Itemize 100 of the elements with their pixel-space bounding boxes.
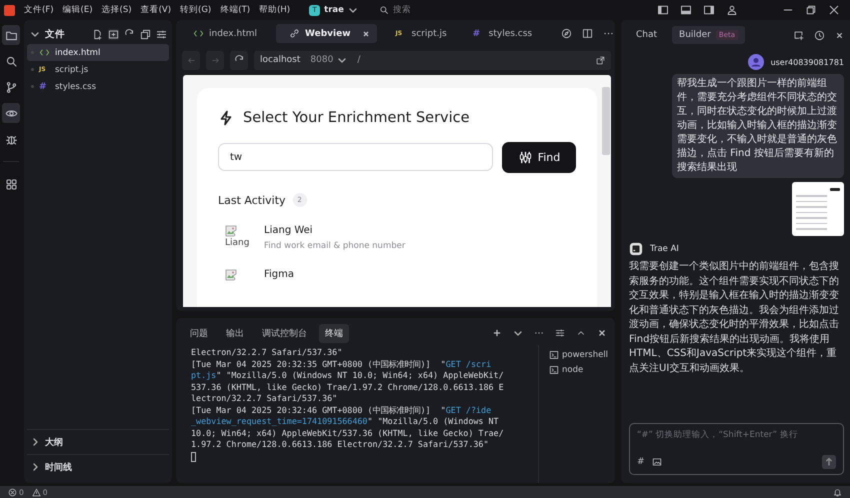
terminal-line: lectron/32.2.7 Safari/537.36" (191, 393, 338, 404)
bot-icon (629, 242, 643, 256)
new-folder-icon[interactable] (108, 28, 119, 40)
terminal-icon (549, 350, 559, 360)
find-button[interactable]: Find (502, 142, 576, 173)
terminal-line: _webview_request_time=1741091566460" "Mozilla/5.0 (Windows NT (191, 416, 500, 428)
user-name: user40839081781 (770, 58, 844, 66)
grid-icon (4, 178, 18, 190)
close-icon[interactable] (597, 328, 607, 338)
section-title: Last Activity (218, 194, 286, 206)
user-message: 帮我生成一个跟图片一样的前端组件，需要充分考虑组件不同状态的交互，同时在状态变化的时候加上过渡动画，比如输入时输入框的描边渐变需要变化，不输入时就是普通的灰色描边，点击 Find 按钮后需要有新的搜索结果出现 (672, 74, 844, 178)
url-bar[interactable]: localhost 8080 / (254, 50, 611, 70)
editor-tab[interactable]: Webview (276, 24, 377, 43)
terminal-line: [Tue Mar 04 2025 20:32:35 GMT+0800 (中国标准时间)] "GET /scri (191, 358, 492, 370)
search-icon (378, 5, 389, 15)
url-path: / (357, 55, 360, 65)
eye-button[interactable] (2, 103, 20, 123)
editor-tab[interactable]: index.html (180, 24, 264, 43)
terminal-icon (549, 364, 559, 374)
external-link-icon[interactable] (596, 56, 605, 64)
close-icon[interactable] (362, 30, 370, 38)
history-icon[interactable] (814, 30, 825, 40)
send-icon[interactable] (822, 455, 836, 469)
activity-description: Find work email & phone number (264, 241, 406, 251)
lightning-icon (218, 110, 234, 126)
explorer-title: 文件 (45, 28, 65, 40)
terminal-line: 537.36 (KHTML, like Gecko) Trae/1.97.2 Chrome/128.0.6613.186 E (191, 382, 505, 393)
terminal-item[interactable]: powershell (549, 347, 615, 362)
split-icon[interactable] (582, 28, 594, 39)
broken-image-icon (225, 225, 237, 237)
menu-item[interactable]: 文件(F) (24, 4, 54, 16)
panel-tab[interactable]: 终端 (319, 324, 349, 342)
sliders-icon[interactable] (555, 328, 565, 338)
menu-item[interactable]: 选择(S) (102, 4, 132, 16)
terminal-item[interactable]: node (549, 362, 615, 377)
assistant-message: 我需要创建一个类似图片中的前端组件，包含搜索服务的功能。这个组件需要实现不同状态下的交互效果，特别是输入框在输入时的描边渐变变化和普通状态下的灰色描边。我会为组件添加过渡动画，确保状态变化时的平滑效果，比如点击Find按钮后新搜索结果的出现动画。我将使用HTML、CSS和JavaScript来实现这个组件，重点关注UI交互和动画效果。 (629, 260, 840, 376)
panel-layout-icon[interactable] (680, 4, 692, 16)
folder-icon (4, 28, 18, 42)
plus-icon[interactable] (492, 328, 502, 338)
menu-item[interactable]: 终端(T) (220, 4, 250, 16)
image-alt-text: Liang (225, 238, 250, 248)
chat-input[interactable]: “#” 切换助理输入，“Shift+Enter” 换行 # (629, 423, 844, 475)
url-host: localhost (260, 55, 300, 65)
activity-name: Figma (264, 269, 294, 280)
code-brackets-icon (39, 47, 50, 58)
close-icon[interactable] (835, 30, 844, 40)
menu-item[interactable]: 编辑(E) (62, 4, 93, 16)
panel-tab[interactable]: 调试控制台 (256, 324, 313, 342)
page-title: Select Your Enrichment Service (243, 110, 470, 126)
restore-icon[interactable] (805, 4, 817, 16)
hash-icon: # (39, 82, 50, 92)
file-item[interactable]: # styles.css (27, 78, 169, 95)
text-cursor (191, 452, 196, 462)
activity-name: Liang Wei (264, 225, 314, 236)
folder-button[interactable] (2, 25, 20, 45)
terminal-line: 10.0; Win64; x64) AppleWebKit/537.36 (KHTML, like Gecko) Trae/ (191, 428, 505, 439)
file-item[interactable]: index.html (27, 44, 169, 61)
search-input[interactable]: tw (218, 143, 493, 171)
error-icon (8, 488, 17, 496)
panel-tab[interactable]: 问题 (184, 324, 214, 342)
new-chat-icon[interactable] (793, 30, 804, 40)
menu-item[interactable]: 转到(G) (180, 4, 212, 16)
bell-icon[interactable] (833, 488, 842, 496)
compass-icon[interactable] (561, 28, 572, 39)
new-file-icon[interactable] (92, 28, 103, 40)
sidebar-layout-icon[interactable] (703, 4, 715, 16)
search-icon (4, 54, 18, 68)
terminal-line: 1.97.2 Chrome/128.0.6613.186 Electron/32.2.7 Safari/537.36" (191, 439, 490, 450)
section-header[interactable]: 大纲 (45, 436, 63, 448)
collapse-icon[interactable] (140, 28, 151, 40)
search-field[interactable]: 搜索 (392, 5, 453, 15)
arrow-right-icon (210, 56, 220, 64)
assistant-name: Trae AI (650, 244, 679, 254)
sidebar-layout-icon[interactable] (657, 4, 669, 16)
terminal-line: Electron/32.2.7 Safari/537.36" (191, 347, 344, 358)
reload-button[interactable] (230, 50, 248, 70)
person-icon[interactable] (726, 4, 738, 16)
close-icon[interactable] (828, 4, 840, 16)
avatar-icon (748, 54, 764, 70)
panel-tab[interactable]: 输出 (220, 324, 250, 342)
port-selector[interactable]: 8080 (310, 55, 348, 65)
menu-item[interactable]: 查看(V) (140, 4, 172, 16)
arrow-left-icon (186, 56, 196, 64)
section-header[interactable]: 时间线 (45, 460, 72, 474)
warning-icon (32, 488, 41, 496)
hash-button[interactable]: # (637, 457, 645, 467)
broken-image-icon (225, 269, 237, 281)
chat-tab[interactable]: Chat (629, 26, 664, 44)
image-icon[interactable] (652, 457, 662, 467)
menu-item[interactable]: 帮助(H) (259, 4, 290, 16)
sliders-icon[interactable] (156, 28, 167, 40)
terminal-line: [Tue Mar 04 2025 20:32:46 GMT+0800 (中国标准时间)] "GET /?ide (191, 404, 492, 416)
app-logo (4, 4, 15, 16)
screenshot-thumbnail[interactable] (792, 182, 844, 236)
hash-icon: # (472, 28, 484, 38)
editor-tab[interactable]: # styles.css (466, 24, 540, 42)
link-icon (288, 28, 300, 39)
sliders-icon (518, 150, 533, 165)
code-brackets-icon (193, 28, 204, 39)
terminal-line: pt.js" "Mozilla/5.0 (Windows NT 10.0; Win64; x64) AppleWebKit/ (191, 370, 505, 382)
